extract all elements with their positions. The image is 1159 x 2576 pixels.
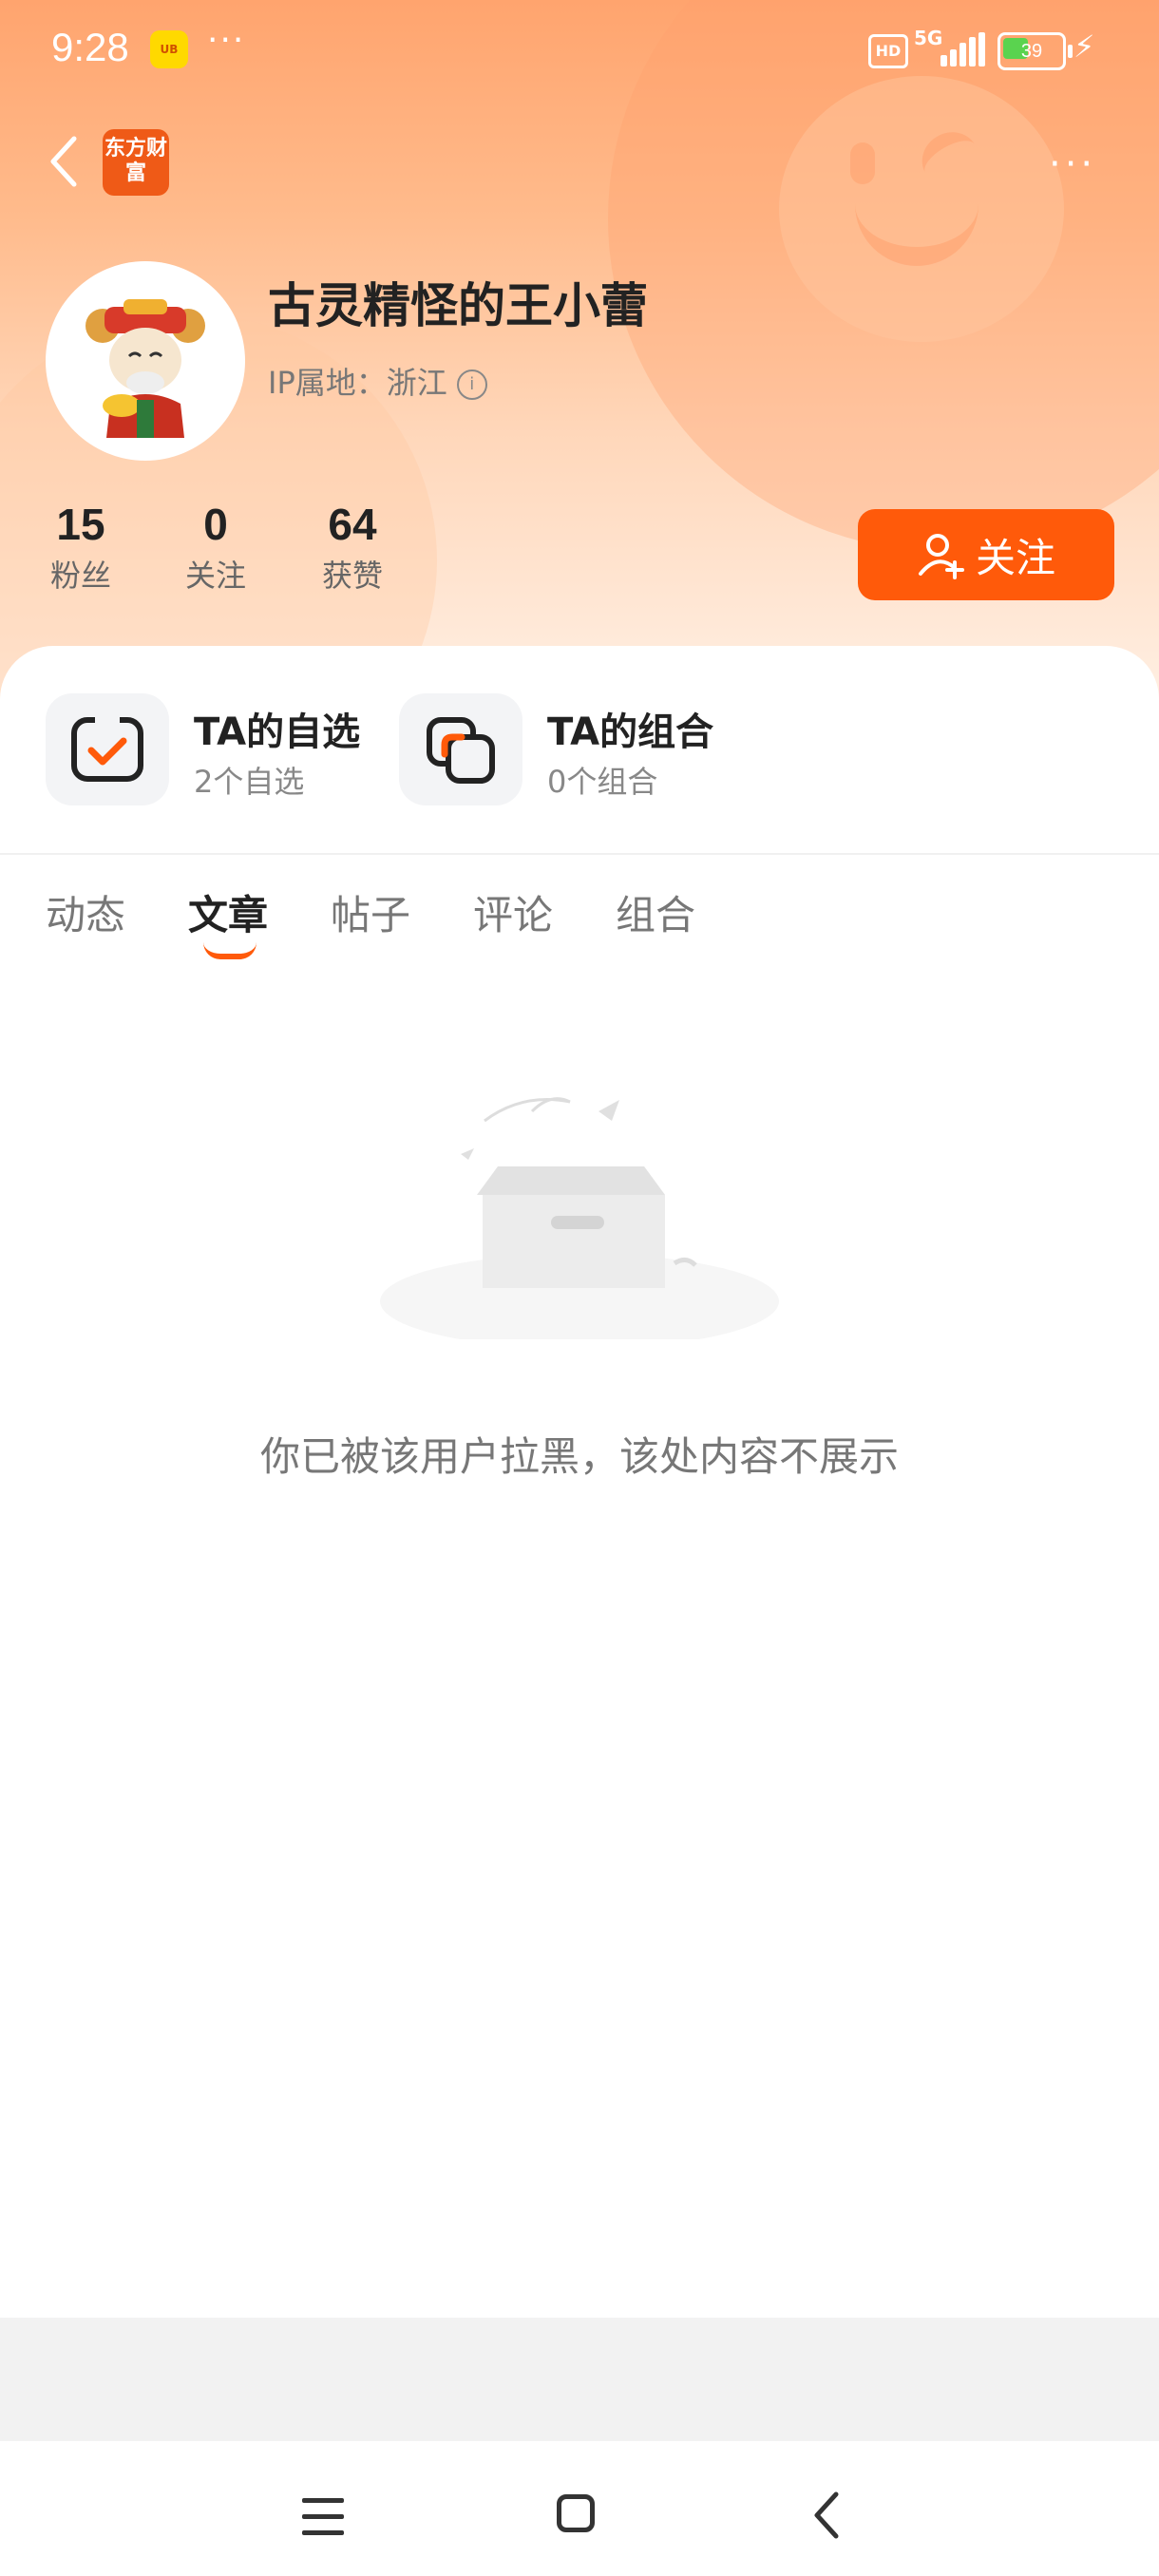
user-name: 古灵精怪的王小蕾 bbox=[268, 278, 648, 333]
follow-label: 关注 bbox=[975, 534, 1055, 581]
content-card: TA的自选 2个自选 TA的组合 0个组合 动态 文章 帖子 评论 组合 你已被… bbox=[0, 646, 1159, 2318]
tab-posts[interactable]: 帖子 bbox=[331, 883, 410, 941]
caishen-avatar-icon bbox=[86, 299, 205, 438]
portfolio-title: TA的组合 bbox=[547, 710, 714, 754]
recent-apps-icon[interactable] bbox=[302, 2498, 344, 2536]
charging-icon: ⚡ bbox=[1074, 28, 1095, 65]
status-time: 9:28 bbox=[51, 25, 129, 69]
system-back-icon[interactable] bbox=[808, 2489, 849, 2542]
stat-label: 粉丝 bbox=[49, 558, 111, 594]
battery-level: 39 bbox=[1020, 41, 1043, 62]
battery-icon: 39 bbox=[998, 32, 1073, 70]
stat-following[interactable]: 0 关注 bbox=[173, 499, 258, 596]
status-bar: 9:28 UB ··· HD 5G 39 ⚡ bbox=[0, 0, 1159, 99]
portfolio-icon bbox=[399, 693, 522, 805]
tab-comments[interactable]: 评论 bbox=[473, 883, 553, 941]
portfolio-count: 0个组合 bbox=[547, 764, 658, 800]
stat-fans[interactable]: 15 粉丝 bbox=[38, 499, 124, 596]
more-options-icon[interactable]: ··· bbox=[1049, 142, 1096, 186]
watchlist-icon bbox=[46, 693, 169, 805]
stat-value: 64 bbox=[328, 500, 377, 549]
smile-decor-icon bbox=[779, 76, 1064, 342]
stat-value: 15 bbox=[56, 500, 105, 549]
hd-icon: HD bbox=[868, 34, 908, 68]
stat-value: 0 bbox=[203, 500, 228, 549]
ip-location: IP属地：浙江 i bbox=[268, 359, 487, 403]
divider bbox=[0, 853, 1159, 855]
add-user-icon bbox=[918, 534, 964, 579]
watchlist-title: TA的自选 bbox=[194, 710, 361, 754]
stat-label: 获赞 bbox=[321, 558, 383, 594]
back-arrow-icon[interactable] bbox=[44, 133, 89, 190]
avatar[interactable] bbox=[46, 261, 245, 461]
tab-portfolios[interactable]: 组合 bbox=[616, 883, 695, 941]
mini-app-icon: UB bbox=[150, 30, 188, 68]
empty-state-message: 你已被该用户拉黑，该处内容不展示 bbox=[259, 1433, 899, 1480]
home-icon[interactable] bbox=[557, 2494, 595, 2532]
status-more-icon: ··· bbox=[207, 21, 246, 60]
tab-articles[interactable]: 文章 bbox=[188, 883, 268, 941]
tab-dynamics[interactable]: 动态 bbox=[46, 883, 125, 941]
profile-page: 9:28 UB ··· HD 5G 39 ⚡ 东方财富 ··· 古灵精怪的王小蕾… bbox=[0, 0, 1159, 2576]
network-type: 5G bbox=[914, 27, 943, 49]
ip-location-text: IP属地：浙江 bbox=[268, 365, 447, 401]
system-nav-bar bbox=[0, 2441, 1159, 2576]
active-tab-indicator bbox=[203, 942, 256, 959]
watchlist-count: 2个自选 bbox=[194, 764, 305, 800]
info-icon[interactable]: i bbox=[456, 369, 487, 400]
stat-likes[interactable]: 64 获赞 bbox=[310, 499, 395, 596]
empty-box-icon bbox=[380, 1097, 779, 1339]
signal-icon bbox=[940, 32, 985, 66]
app-logo: 东方财富 bbox=[103, 129, 169, 196]
follow-button[interactable]: 关注 bbox=[858, 509, 1114, 600]
stat-label: 关注 bbox=[184, 558, 246, 594]
